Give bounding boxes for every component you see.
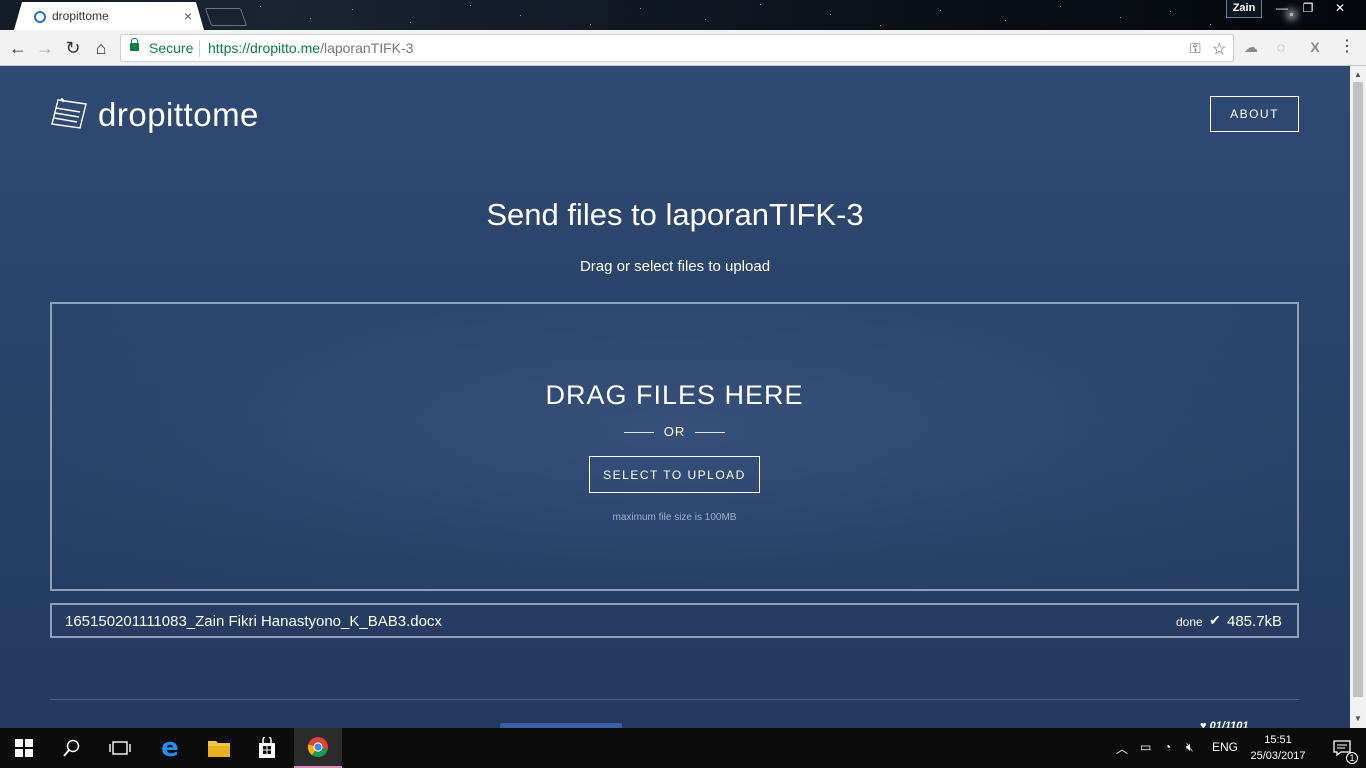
clock-date: 25/03/2017 [1250, 750, 1306, 762]
browser-titlebar: dropittome × Zain — ❐ ✕ [0, 0, 1366, 30]
url-path: /laporanTIFK-3 [320, 40, 414, 56]
minimize-button[interactable]: — [1268, 0, 1296, 18]
max-file-size-note: maximum file size is 100MB [612, 512, 737, 523]
file-size: 485.7kB [1227, 613, 1283, 630]
logo-text: dropittome [98, 96, 259, 133]
or-divider: OR [52, 424, 1297, 439]
x-icon[interactable]: X [1306, 38, 1324, 56]
edge-icon[interactable]: e [146, 728, 194, 768]
select-to-upload-button[interactable]: SELECT TO UPLOAD [589, 456, 760, 493]
file-dropzone[interactable]: DRAG FILES HERE OR SELECT TO UPLOAD maxi… [50, 302, 1299, 591]
cloud-icon[interactable]: ☁ [1242, 38, 1260, 56]
uploaded-file-row: 165150201111083_Zain Fikri Hanastyono_K_… [50, 603, 1299, 638]
file-name: 165150201111083_Zain Fikri Hanastyono_K_… [65, 613, 442, 630]
url-separator [199, 40, 200, 57]
paper-stack-icon [51, 98, 87, 129]
about-button[interactable]: ABOUT [1210, 96, 1299, 132]
url-text[interactable]: https://dropitto.me/laporanTIFK-3 [208, 40, 413, 56]
tab-favicon-icon [34, 11, 46, 23]
browser-toolbar: ← → ↻ ⌂ Secure https://dropitto.me/lapor… [0, 30, 1366, 66]
address-bar[interactable]: Secure https://dropitto.me/laporanTIFK-3… [120, 34, 1234, 62]
tab-title: dropittome [52, 9, 109, 23]
bookmark-star-icon[interactable]: ☆ [1212, 39, 1226, 59]
windows-start-icon[interactable] [0, 728, 48, 768]
ghost-icon[interactable]: ◌ [1272, 38, 1290, 56]
menu-icon[interactable]: ⋮ [1338, 38, 1356, 56]
clock-time: 15:51 [1264, 734, 1292, 746]
checkmark-icon: ✔ [1209, 612, 1221, 628]
key-icon[interactable]: ⚿ [1190, 40, 1201, 57]
profile-button[interactable]: Zain [1226, 0, 1262, 18]
page-subtitle: Drag or select files to upload [579, 258, 771, 275]
page-title: Send files to laporanTIFK-3 [486, 197, 864, 232]
home-button[interactable]: ⌂ [89, 36, 113, 60]
reload-button[interactable]: ↻ [61, 36, 85, 60]
back-button[interactable]: ← [6, 36, 30, 60]
forward-button[interactable]: → [33, 36, 57, 60]
footer-brand[interactable]: ♥ 01/1101 [1200, 720, 1270, 728]
browser-tab-active[interactable]: dropittome × [14, 2, 204, 30]
lock-icon [130, 38, 139, 51]
file-explorer-icon[interactable] [195, 728, 243, 768]
or-line-right [695, 432, 726, 434]
tray-overflow-icon[interactable]: ︿ [1116, 740, 1128, 757]
close-window-button[interactable]: ✕ [1326, 0, 1354, 18]
search-icon[interactable] [48, 728, 96, 768]
tab-close-icon[interactable]: × [184, 8, 192, 24]
restore-button[interactable]: ❐ [1294, 0, 1322, 18]
or-label: OR [663, 424, 686, 439]
task-view-icon[interactable] [96, 728, 144, 768]
wifi-icon[interactable]: ◔ [1164, 740, 1171, 754]
new-tab-button[interactable] [204, 8, 248, 26]
volume-muted-icon[interactable]: 🔇︎ [1186, 740, 1194, 755]
notification-count-badge: 1 [1346, 752, 1358, 764]
battery-icon[interactable]: ▭ [1140, 740, 1151, 754]
or-line-left [623, 432, 654, 434]
page-content: dropittome ABOUT Send files to laporanTI… [0, 66, 1350, 728]
language-indicator[interactable]: ENG [1212, 740, 1238, 754]
action-center-icon[interactable]: 1 [1318, 728, 1366, 768]
scroll-down-icon[interactable]: ▼ [1354, 714, 1362, 723]
scrollbar-thumb[interactable] [1353, 82, 1363, 697]
chrome-icon[interactable] [294, 728, 342, 768]
drag-files-title: DRAG FILES HERE [545, 380, 804, 410]
footer-divider [50, 699, 1299, 700]
windows-taskbar: e ︿ ▭ ◔ 🔇︎ ENG 15:51 25/03/2017 1 [0, 728, 1366, 768]
secure-label: Secure [149, 40, 194, 56]
store-icon[interactable] [243, 728, 291, 768]
page-scrollbar[interactable]: ▲ ▼ [1350, 66, 1366, 728]
url-origin: https://dropitto.me [208, 40, 321, 56]
scroll-up-icon[interactable]: ▲ [1354, 70, 1362, 79]
file-status: done [1176, 615, 1203, 629]
system-clock[interactable]: 15:51 25/03/2017 [1240, 732, 1316, 764]
